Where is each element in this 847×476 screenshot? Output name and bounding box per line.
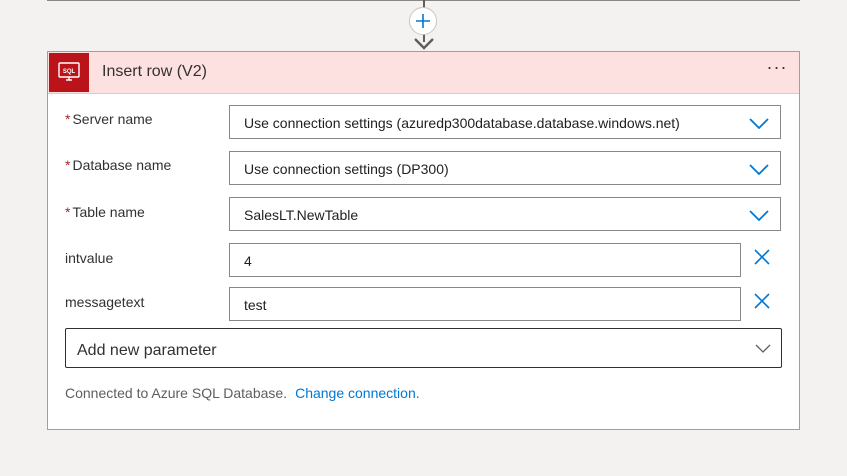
- table-name-label: * Table name: [65, 204, 145, 220]
- action-header[interactable]: SQL Insert row (V2) ···: [48, 52, 799, 94]
- connection-footer: Connected to Azure SQL Database. Change c…: [65, 385, 420, 401]
- sql-database-icon: SQL: [49, 53, 89, 92]
- messagetext-value: test: [244, 297, 267, 313]
- chevron-down-icon: [749, 164, 769, 175]
- required-marker: *: [65, 204, 71, 220]
- table-name-dropdown[interactable]: SalesLT.NewTable: [229, 197, 781, 231]
- database-name-label-text: Database name: [72, 157, 172, 173]
- arrow-down-icon: [414, 38, 434, 50]
- chevron-down-icon: [749, 210, 769, 221]
- add-new-parameter-label: Add new parameter: [77, 342, 217, 359]
- intvalue-value: 4: [244, 253, 252, 269]
- intvalue-label: intvalue: [65, 250, 114, 266]
- required-marker: *: [65, 157, 71, 173]
- insert-row-action-card: SQL Insert row (V2) ··· * Server name Use…: [47, 51, 800, 430]
- svg-text:SQL: SQL: [63, 69, 76, 75]
- intvalue-input[interactable]: 4: [229, 243, 741, 277]
- add-step-button[interactable]: [409, 7, 437, 35]
- clear-intvalue-button[interactable]: [752, 247, 772, 267]
- database-name-label: * Database name: [65, 157, 171, 173]
- chevron-down-icon: [755, 344, 771, 353]
- database-name-dropdown[interactable]: Use connection settings (DP300): [229, 151, 781, 185]
- messagetext-input[interactable]: test: [229, 287, 741, 321]
- server-name-label-text: Server name: [72, 111, 153, 127]
- plus-icon: [416, 14, 430, 28]
- messagetext-label: messagetext: [65, 294, 145, 310]
- server-name-value: Use connection settings (azuredp300datab…: [244, 115, 680, 131]
- table-name-value: SalesLT.NewTable: [244, 207, 359, 223]
- required-marker: *: [65, 111, 71, 127]
- more-options-button[interactable]: ···: [765, 58, 789, 82]
- chevron-down-icon: [749, 118, 769, 129]
- clear-messagetext-button[interactable]: [752, 291, 772, 311]
- server-name-dropdown[interactable]: Use connection settings (azuredp300datab…: [229, 105, 781, 139]
- connection-status-text: Connected to Azure SQL Database.: [65, 385, 288, 401]
- database-name-value: Use connection settings (DP300): [244, 161, 449, 177]
- table-name-label-text: Table name: [72, 204, 145, 220]
- server-name-label: * Server name: [65, 111, 153, 127]
- action-title: Insert row (V2): [102, 63, 207, 80]
- add-new-parameter-dropdown[interactable]: Add new parameter: [65, 328, 782, 368]
- change-connection-link[interactable]: Change connection.: [295, 385, 420, 401]
